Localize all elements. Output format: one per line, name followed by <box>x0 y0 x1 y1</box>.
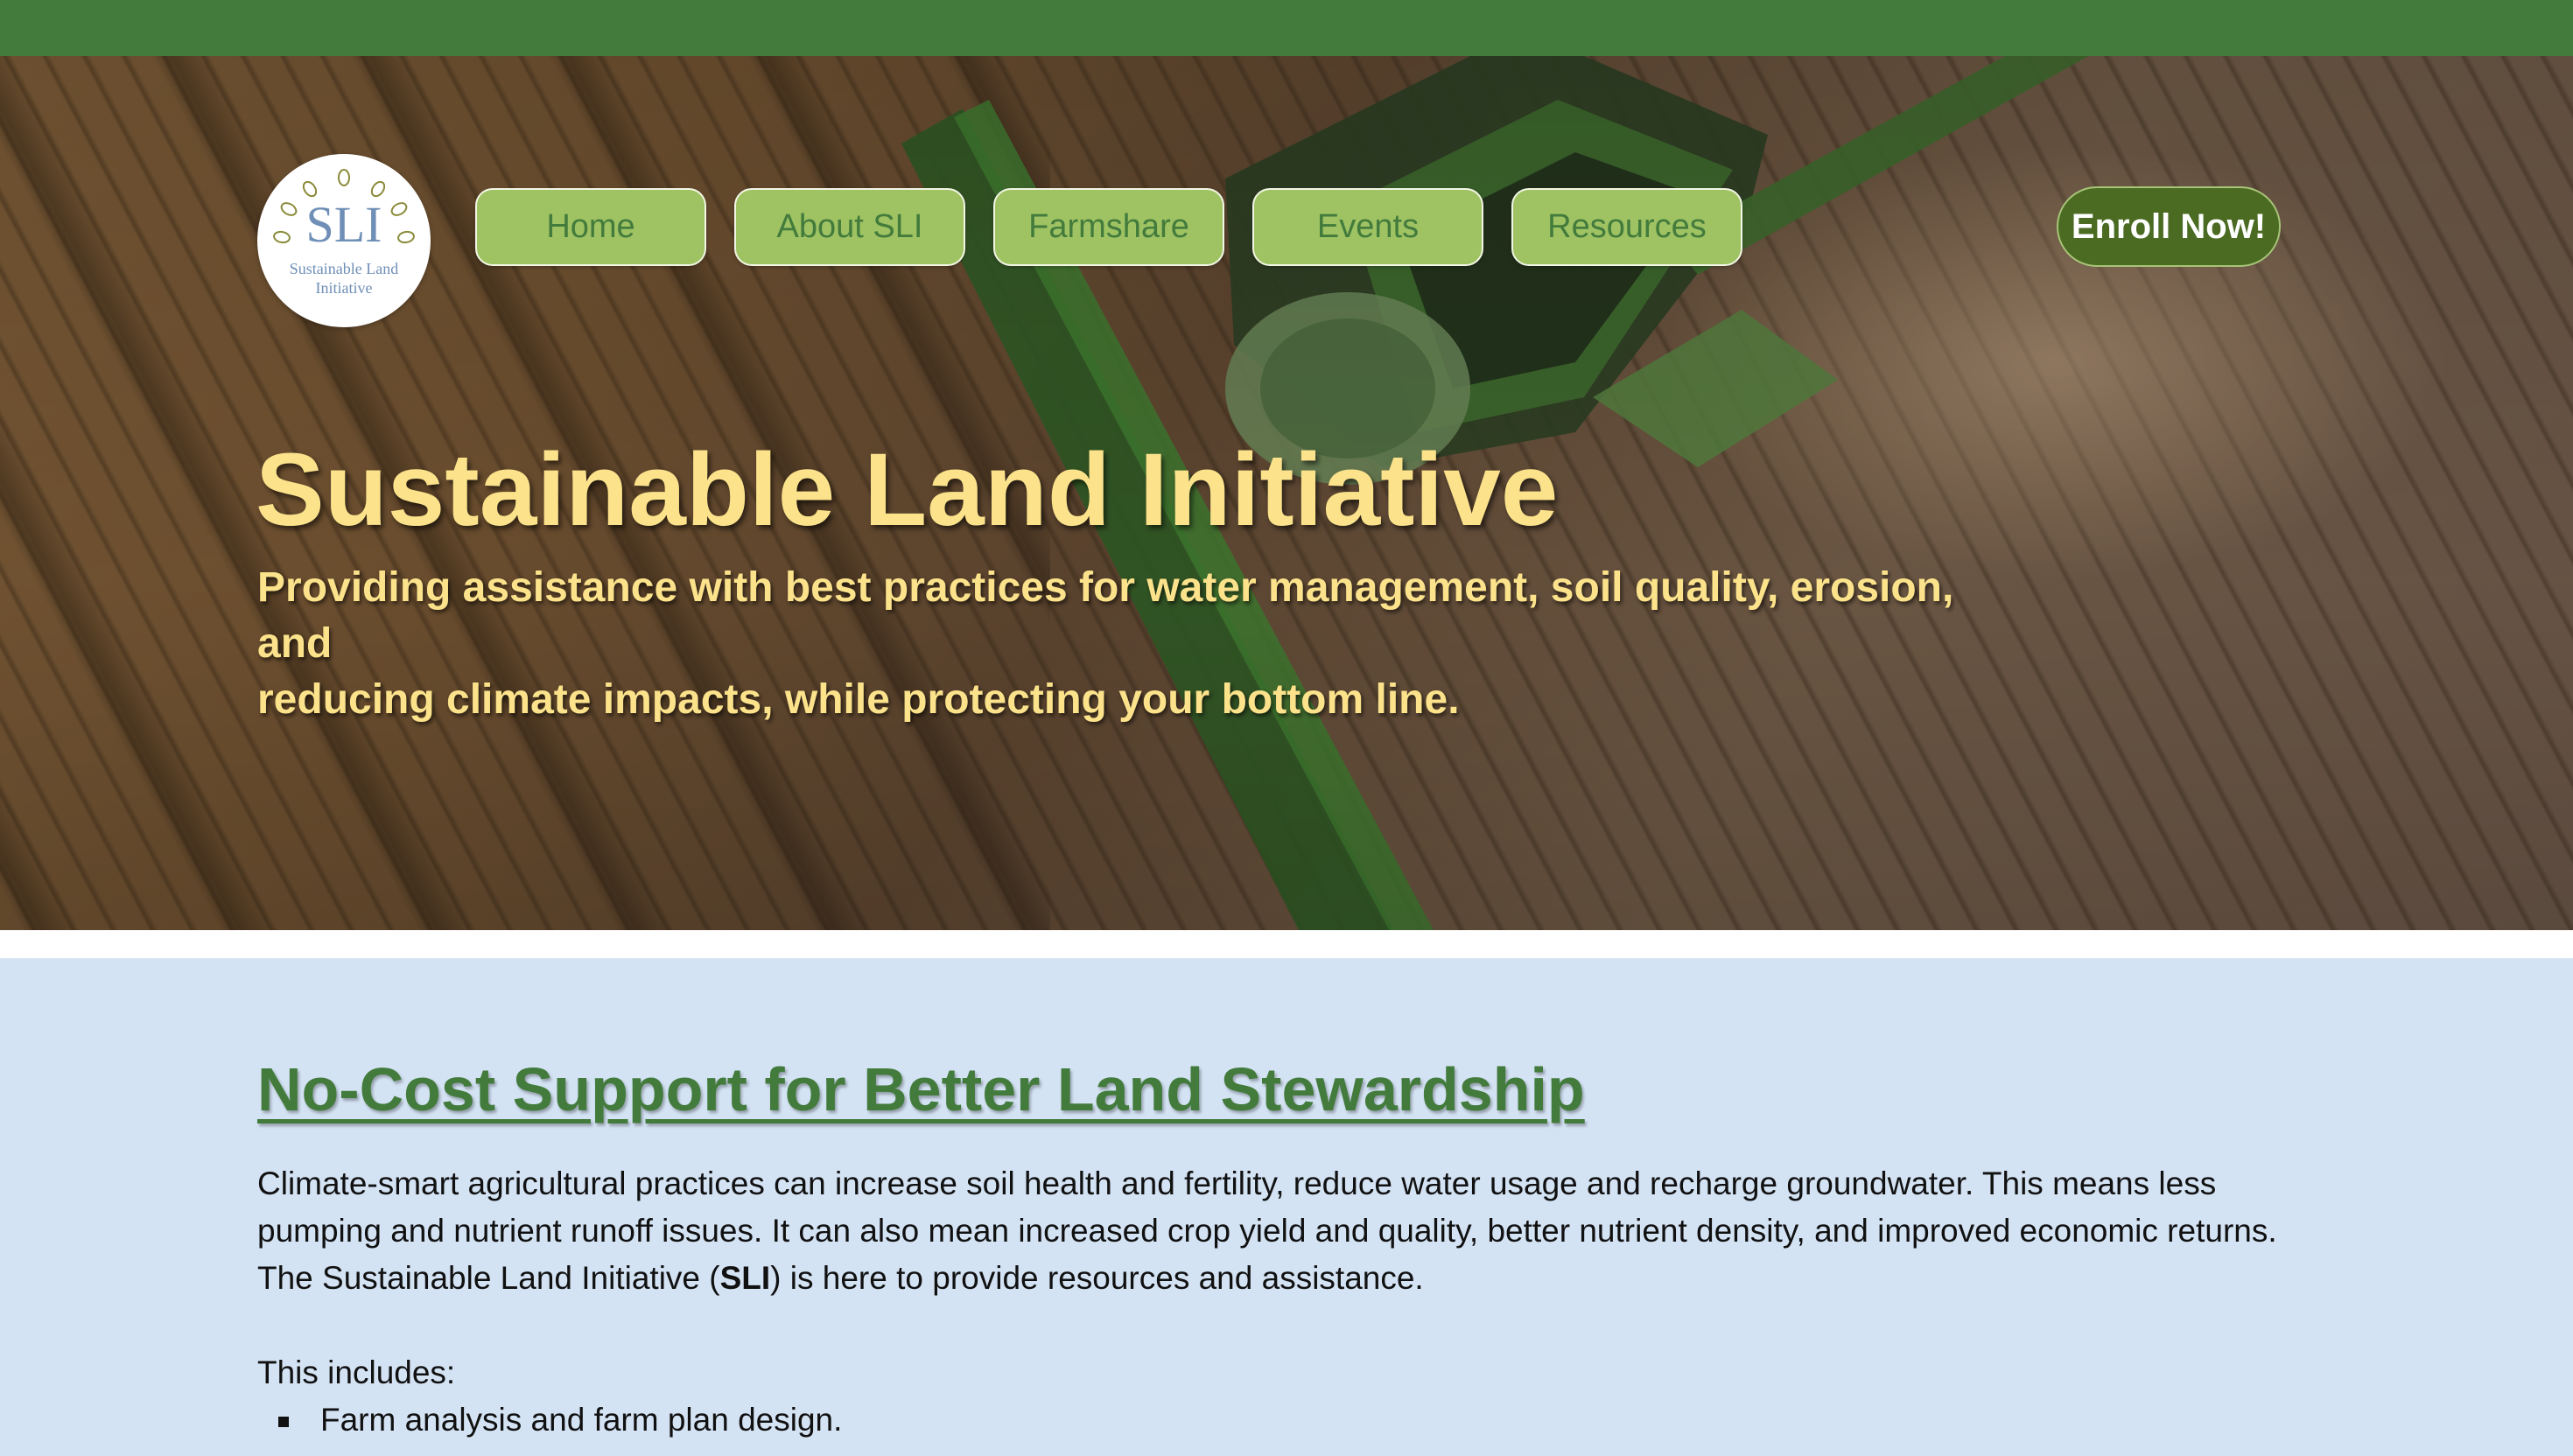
nav-about-sli[interactable]: About SLI <box>734 188 965 266</box>
hero-subtitle: Providing assistance with best practices… <box>257 560 2008 728</box>
logo-name: Sustainable Land Initiative <box>275 259 413 298</box>
includes-label: This includes: <box>257 1354 456 1390</box>
support-para-line1: Climate-smart agricultural practices can… <box>257 1166 2217 1201</box>
hero-subtitle-line1: Providing assistance with best practices… <box>257 564 1954 667</box>
support-para-line3-prefix: The Sustainable Land Initiative ( <box>257 1260 720 1296</box>
logo-name-line2: Initiative <box>315 279 373 297</box>
support-heading[interactable]: No-Cost Support for Better Land Stewards… <box>257 1054 1585 1124</box>
nav-resources[interactable]: Resources <box>1511 188 1742 266</box>
services-list: Farm analysis and farm plan design. <box>257 1396 842 1444</box>
list-item: Farm analysis and farm plan design. <box>257 1396 842 1444</box>
hero-title: Sustainable Land Initiative <box>256 432 1559 548</box>
logo-abbreviation: SLI <box>305 196 382 253</box>
nav-home[interactable]: Home <box>475 188 706 266</box>
logo-name-line1: Sustainable Land <box>289 260 399 277</box>
sli-bold-text: SLI <box>719 1260 771 1296</box>
nav-farmshare[interactable]: Farmshare <box>993 188 1224 266</box>
section-divider <box>0 930 2573 958</box>
hero-subtitle-line2: reducing climate impacts, while protecti… <box>257 676 1460 723</box>
support-para-line3-suffix: ) is here to provide resources and assis… <box>770 1260 1424 1296</box>
top-bar <box>0 0 2573 56</box>
nav-events[interactable]: Events <box>1252 188 1483 266</box>
enroll-now-button[interactable]: Enroll Now! <box>2057 186 2281 267</box>
sli-logo[interactable]: SLI Sustainable Land Initiative <box>257 154 431 327</box>
support-para-line2: pumping and nutrient runoff issues. It c… <box>257 1213 2277 1249</box>
support-paragraph: Climate-smart agricultural practices can… <box>257 1160 2314 1302</box>
